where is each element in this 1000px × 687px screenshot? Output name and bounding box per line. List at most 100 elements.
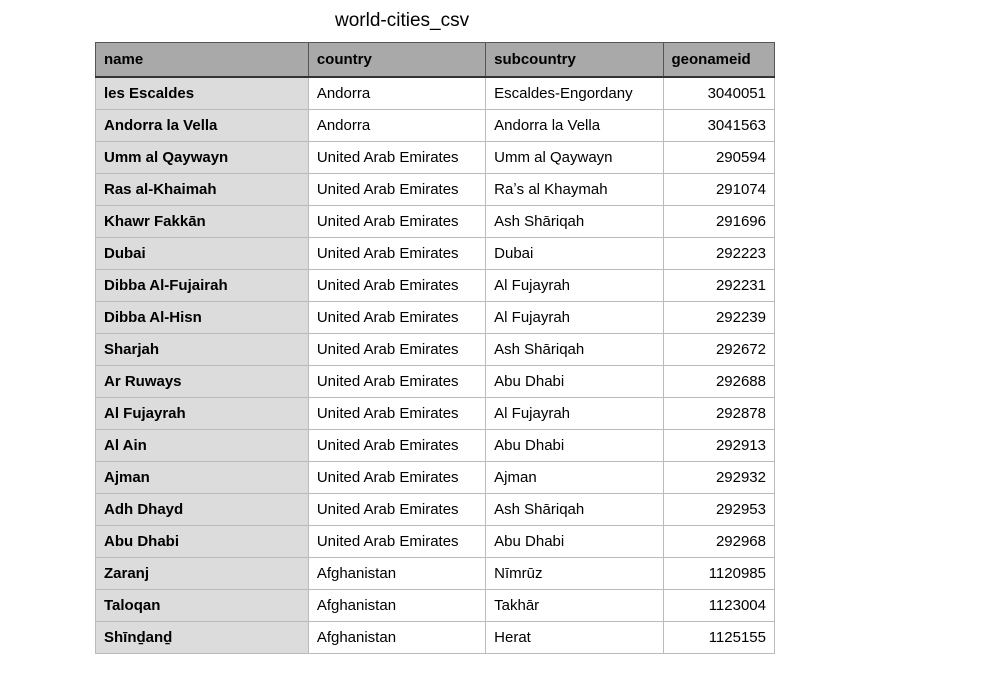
cell-name: Dubai <box>96 238 309 270</box>
cell-name: Taloqan <box>96 590 309 622</box>
table-row: les EscaldesAndorraEscaldes-Engordany304… <box>96 77 775 110</box>
cell-name: Dibba Al-Fujairah <box>96 270 309 302</box>
cell-name: Andorra la Vella <box>96 110 309 142</box>
cell-name: Zaranj <box>96 558 309 590</box>
cell-geonameid: 291696 <box>663 206 775 238</box>
cell-name: Ar Ruways <box>96 366 309 398</box>
cell-country: United Arab Emirates <box>308 526 485 558</box>
cell-geonameid: 292878 <box>663 398 775 430</box>
cell-country: United Arab Emirates <box>308 174 485 206</box>
cell-country: United Arab Emirates <box>308 494 485 526</box>
cell-geonameid: 292913 <box>663 430 775 462</box>
cell-geonameid: 292688 <box>663 366 775 398</box>
table-body: les EscaldesAndorraEscaldes-Engordany304… <box>96 77 775 654</box>
cell-subcountry: Abu Dhabi <box>486 526 663 558</box>
table-row: DubaiUnited Arab EmiratesDubai292223 <box>96 238 775 270</box>
table-row: Dibba Al-HisnUnited Arab EmiratesAl Fuja… <box>96 302 775 334</box>
cell-name: Umm al Qaywayn <box>96 142 309 174</box>
cell-country: United Arab Emirates <box>308 334 485 366</box>
cell-subcountry: Herat <box>486 622 663 654</box>
cell-geonameid: 292968 <box>663 526 775 558</box>
cell-country: Afghanistan <box>308 622 485 654</box>
cell-country: United Arab Emirates <box>308 430 485 462</box>
table-row: Adh DhaydUnited Arab EmiratesAsh Shāriqa… <box>96 494 775 526</box>
table-row: Abu DhabiUnited Arab EmiratesAbu Dhabi29… <box>96 526 775 558</box>
cell-country: Afghanistan <box>308 558 485 590</box>
table-row: TaloqanAfghanistanTakhār1123004 <box>96 590 775 622</box>
cell-geonameid: 292672 <box>663 334 775 366</box>
cell-subcountry: Takhār <box>486 590 663 622</box>
cell-country: United Arab Emirates <box>308 238 485 270</box>
cell-geonameid: 3041563 <box>663 110 775 142</box>
cell-subcountry: Abu Dhabi <box>486 430 663 462</box>
cell-country: Andorra <box>308 110 485 142</box>
table-row: Khawr FakkānUnited Arab EmiratesAsh Shār… <box>96 206 775 238</box>
table-row: Andorra la VellaAndorraAndorra la Vella3… <box>96 110 775 142</box>
cell-country: United Arab Emirates <box>308 366 485 398</box>
cell-name: Sharjah <box>96 334 309 366</box>
cell-subcountry: Ash Shāriqah <box>486 206 663 238</box>
cell-name: Al Fujayrah <box>96 398 309 430</box>
cell-name: Al Ain <box>96 430 309 462</box>
col-header-country: country <box>308 43 485 78</box>
cell-name: Ras al-Khaimah <box>96 174 309 206</box>
cell-country: Andorra <box>308 77 485 110</box>
cell-name: Ajman <box>96 462 309 494</box>
cell-subcountry: Al Fujayrah <box>486 302 663 334</box>
cell-country: Afghanistan <box>308 590 485 622</box>
cell-subcountry: Al Fujayrah <box>486 398 663 430</box>
cell-name: Abu Dhabi <box>96 526 309 558</box>
table-header-row: name country subcountry geonameid <box>96 43 775 78</box>
cell-geonameid: 1120985 <box>663 558 775 590</box>
cell-country: United Arab Emirates <box>308 142 485 174</box>
cell-name: Shīnḏanḏ <box>96 622 309 654</box>
col-header-geonameid: geonameid <box>663 43 775 78</box>
cell-subcountry: Ash Shāriqah <box>486 494 663 526</box>
table-row: ShīnḏanḏAfghanistanHerat1125155 <box>96 622 775 654</box>
cell-geonameid: 292231 <box>663 270 775 302</box>
cell-subcountry: Raʼs al Khaymah <box>486 174 663 206</box>
cell-name: Dibba Al-Hisn <box>96 302 309 334</box>
cell-subcountry: Dubai <box>486 238 663 270</box>
table-row: SharjahUnited Arab EmiratesAsh Shāriqah2… <box>96 334 775 366</box>
cell-geonameid: 1125155 <box>663 622 775 654</box>
table-row: AjmanUnited Arab EmiratesAjman292932 <box>96 462 775 494</box>
table-header: name country subcountry geonameid <box>96 43 775 78</box>
cell-subcountry: Al Fujayrah <box>486 270 663 302</box>
cell-name: Adh Dhayd <box>96 494 309 526</box>
table-row: ZaranjAfghanistanNīmrūz1120985 <box>96 558 775 590</box>
cell-geonameid: 292223 <box>663 238 775 270</box>
cell-subcountry: Ajman <box>486 462 663 494</box>
cell-geonameid: 292932 <box>663 462 775 494</box>
cell-name: Khawr Fakkān <box>96 206 309 238</box>
cell-subcountry: Ash Shāriqah <box>486 334 663 366</box>
table-row: Umm al QaywaynUnited Arab EmiratesUmm al… <box>96 142 775 174</box>
cell-country: United Arab Emirates <box>308 206 485 238</box>
page-container: world-cities_csv name country subcountry… <box>0 0 1000 654</box>
table-row: Ar RuwaysUnited Arab EmiratesAbu Dhabi29… <box>96 366 775 398</box>
cell-geonameid: 292953 <box>663 494 775 526</box>
table-row: Al FujayrahUnited Arab EmiratesAl Fujayr… <box>96 398 775 430</box>
col-header-subcountry: subcountry <box>486 43 663 78</box>
cell-subcountry: Abu Dhabi <box>486 366 663 398</box>
cell-geonameid: 3040051 <box>663 77 775 110</box>
col-header-name: name <box>96 43 309 78</box>
cell-geonameid: 290594 <box>663 142 775 174</box>
table-row: Al AinUnited Arab EmiratesAbu Dhabi29291… <box>96 430 775 462</box>
cell-geonameid: 1123004 <box>663 590 775 622</box>
cell-geonameid: 291074 <box>663 174 775 206</box>
cell-country: United Arab Emirates <box>308 462 485 494</box>
cell-subcountry: Nīmrūz <box>486 558 663 590</box>
cell-country: United Arab Emirates <box>308 302 485 334</box>
cell-subcountry: Escaldes-Engordany <box>486 77 663 110</box>
cell-name: les Escaldes <box>96 77 309 110</box>
table-title: world-cities_csv <box>95 10 1000 32</box>
table-row: Dibba Al-FujairahUnited Arab EmiratesAl … <box>96 270 775 302</box>
cell-subcountry: Andorra la Vella <box>486 110 663 142</box>
cell-subcountry: Umm al Qaywayn <box>486 142 663 174</box>
cell-country: United Arab Emirates <box>308 398 485 430</box>
cell-geonameid: 292239 <box>663 302 775 334</box>
table-row: Ras al-KhaimahUnited Arab EmiratesRaʼs a… <box>96 174 775 206</box>
cell-country: United Arab Emirates <box>308 270 485 302</box>
data-table: name country subcountry geonameid les Es… <box>95 42 775 654</box>
